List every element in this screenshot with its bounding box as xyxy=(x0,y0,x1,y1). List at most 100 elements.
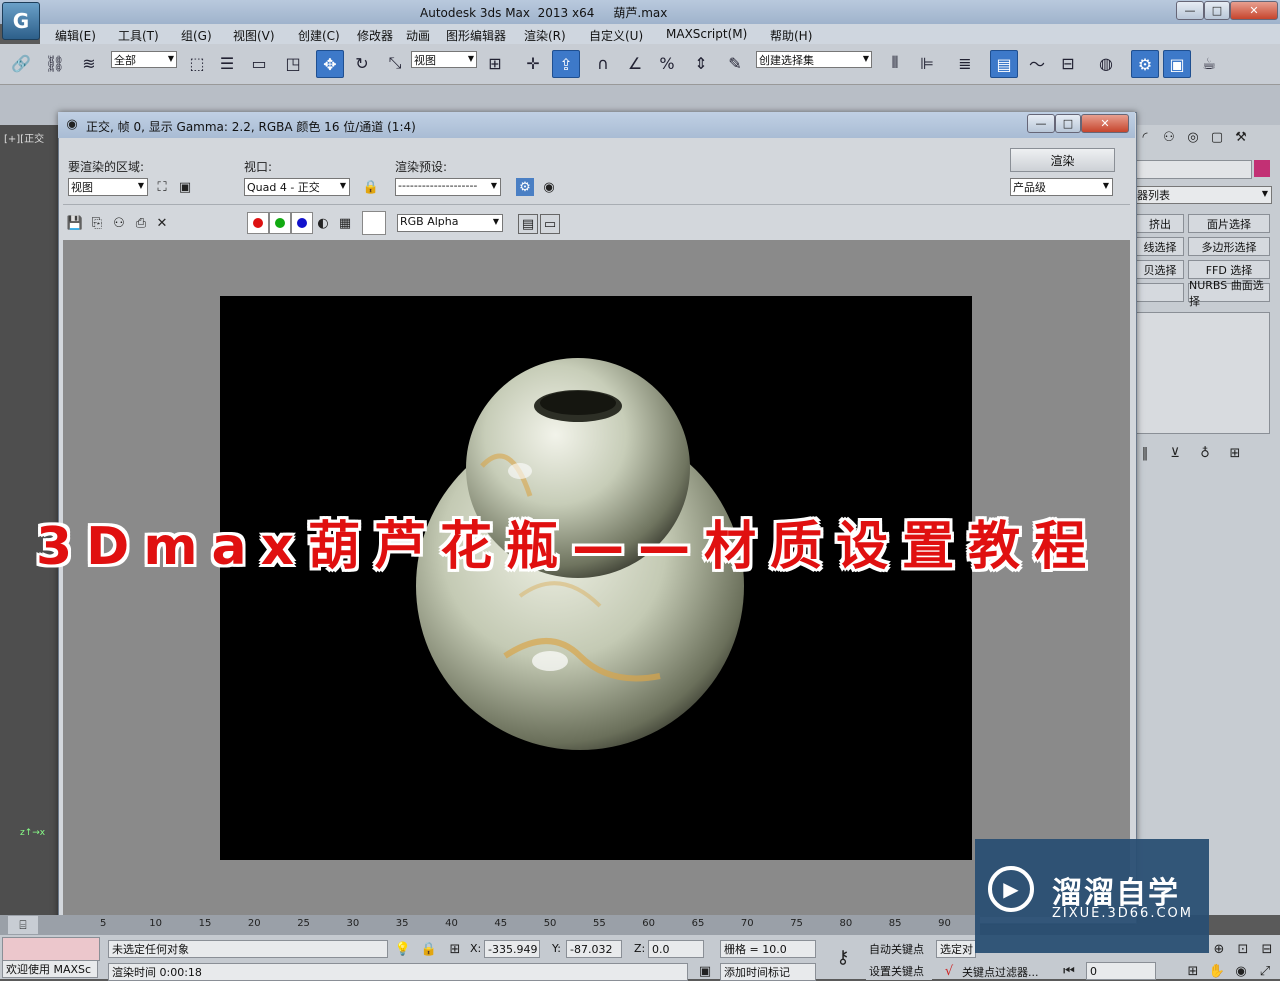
render-teapot-icon[interactable]: ☕ xyxy=(1196,50,1222,76)
auto-region-icon[interactable]: ▣ xyxy=(176,178,194,196)
modifier-empty-button[interactable] xyxy=(1136,283,1184,302)
maximize-button[interactable]: □ xyxy=(1204,1,1230,20)
scene-explorer-icon[interactable]: ▤ xyxy=(990,50,1018,78)
modifier-vol-select-button[interactable]: 贝选择 xyxy=(1136,260,1184,279)
render-minimize-button[interactable]: — xyxy=(1027,114,1055,133)
key-filter-curve-icon[interactable]: √ xyxy=(940,962,958,980)
reference-coordinate-dropdown[interactable]: 视图 xyxy=(411,51,477,68)
print-image-icon[interactable]: ⎙ xyxy=(132,214,150,232)
mirror-icon[interactable]: ⫴ xyxy=(882,50,908,76)
maximize-viewport-icon[interactable]: ⤢ xyxy=(1256,962,1274,980)
configure-sets-icon[interactable]: ⊞ xyxy=(1226,444,1244,462)
viewport-label[interactable]: [+][正交 xyxy=(4,130,44,145)
menu-group[interactable]: 组(G) xyxy=(181,27,212,44)
percent-snap-icon[interactable]: % xyxy=(654,50,680,76)
keyboard-shortcut-override-icon[interactable]: ⇪ xyxy=(552,50,580,78)
schematic-view-icon[interactable]: ⊟ xyxy=(1055,50,1081,76)
modifier-poly-select-button[interactable]: 多边形选择 xyxy=(1188,237,1270,256)
copy-image-icon[interactable]: ⎘ xyxy=(88,214,106,232)
link-icon[interactable]: 🔗 xyxy=(8,50,34,76)
render-maximize-button[interactable]: □ xyxy=(1055,114,1081,133)
modifier-nurbs-select-button[interactable]: NURBS 曲面选择 xyxy=(1188,279,1270,308)
object-name-field[interactable] xyxy=(1136,160,1252,179)
bind-spacewarp-icon[interactable]: ≋ xyxy=(76,50,102,76)
utilities-tab-icon[interactable]: ⚒ xyxy=(1232,128,1250,146)
clear-image-icon[interactable]: ✕ xyxy=(153,214,171,232)
rendered-frame-window-icon[interactable]: ▣ xyxy=(1163,50,1191,78)
set-key-icon[interactable]: ⚷ xyxy=(834,947,852,968)
menu-edit[interactable]: 编辑(E) xyxy=(55,27,96,44)
y-coord-field[interactable]: -87.032 xyxy=(566,940,622,958)
alpha-channel-icon[interactable]: ◐ xyxy=(314,214,332,232)
select-by-name-icon[interactable]: ☰ xyxy=(214,50,240,76)
spinner-snap-icon[interactable]: ⇕ xyxy=(688,50,714,76)
minimize-button[interactable]: — xyxy=(1176,1,1204,20)
layer-manager-icon[interactable]: ≣ xyxy=(952,50,978,76)
hierarchy-tab-icon[interactable]: ⚇ xyxy=(1160,128,1178,146)
blue-channel-toggle[interactable] xyxy=(291,212,313,234)
modifier-stack-list[interactable] xyxy=(1136,312,1270,434)
select-object-icon[interactable]: ⬚ xyxy=(184,50,210,76)
area-to-render-dropdown[interactable]: 视图 xyxy=(68,178,148,196)
menu-rendering[interactable]: 渲染(R) xyxy=(524,27,566,44)
snaps-toggle-icon[interactable]: ∩ xyxy=(590,50,616,76)
z-coord-field[interactable]: 0.0 xyxy=(648,940,704,958)
selection-lock-icon[interactable]: 🔒 xyxy=(420,940,438,958)
orbit-icon[interactable]: ◉ xyxy=(1232,962,1250,980)
make-unique-icon[interactable]: ♁ xyxy=(1196,444,1214,462)
selected-dropdown[interactable]: 选定对 xyxy=(936,940,976,958)
add-time-tag-button[interactable]: 添加时间标记 xyxy=(720,963,816,981)
modifier-spline-select-button[interactable]: 线选择 xyxy=(1136,237,1184,256)
edit-named-selection-icon[interactable]: ✎ xyxy=(722,50,748,76)
menu-tools[interactable]: 工具(T) xyxy=(118,27,159,44)
select-manipulate-icon[interactable]: ✛ xyxy=(520,50,546,76)
toggle-ui-icon[interactable]: ▭ xyxy=(540,214,560,234)
object-color-swatch[interactable] xyxy=(1254,160,1270,177)
monochrome-icon[interactable]: ▦ xyxy=(336,214,354,232)
current-frame-field[interactable]: 0 xyxy=(1086,962,1156,980)
menu-modifiers[interactable]: 修改器 xyxy=(357,27,393,44)
menu-create[interactable]: 创建(C) xyxy=(298,27,340,44)
render-preset-dropdown[interactable]: -------------------- xyxy=(395,178,501,196)
display-tab-icon[interactable]: ▢ xyxy=(1208,128,1226,146)
motion-tab-icon[interactable]: ◎ xyxy=(1184,128,1202,146)
angle-snap-icon[interactable]: ∠ xyxy=(622,50,648,76)
menu-view[interactable]: 视图(V) xyxy=(233,27,275,44)
red-channel-toggle[interactable] xyxy=(247,212,269,234)
x-coord-field[interactable]: -335.949 xyxy=(484,940,540,958)
maxscript-listener-mini[interactable] xyxy=(2,937,100,961)
modifier-patch-select-button[interactable]: 面片选择 xyxy=(1188,214,1270,233)
unlink-icon[interactable]: ⛓ xyxy=(42,50,68,76)
render-setup-icon[interactable]: ⚙ xyxy=(1131,50,1159,78)
pivot-center-icon[interactable]: ⊞ xyxy=(482,50,508,76)
time-tag-icon[interactable]: ▣ xyxy=(696,962,714,980)
viewport-dropdown[interactable]: Quad 4 - 正交 xyxy=(244,178,350,196)
menu-animation[interactable]: 动画 xyxy=(406,27,430,44)
close-button[interactable]: ✕ xyxy=(1230,1,1278,20)
modifier-list-dropdown[interactable]: 器列表 xyxy=(1134,186,1272,204)
window-crossing-icon[interactable]: ◳ xyxy=(280,50,306,76)
zoom-all-icon[interactable]: ⊡ xyxy=(1234,940,1252,958)
environment-effects-icon[interactable]: ◉ xyxy=(540,178,558,196)
isolate-selection-icon[interactable]: 💡 xyxy=(394,940,412,958)
menu-graph-editors[interactable]: 图形编辑器 xyxy=(446,27,506,44)
menu-maxscript[interactable]: MAXScript(M) xyxy=(666,27,747,41)
key-filters-button[interactable]: 关键点过滤器... xyxy=(962,964,1039,980)
app-logo-icon[interactable]: G xyxy=(2,2,40,40)
curve-editor-icon[interactable]: 〜 xyxy=(1024,50,1050,76)
save-image-icon[interactable]: 💾 xyxy=(66,214,84,232)
edit-region-icon[interactable]: ⛶ xyxy=(153,178,171,196)
menu-customize[interactable]: 自定义(U) xyxy=(589,27,643,44)
modify-tab-icon[interactable]: ◜ xyxy=(1136,128,1154,146)
lock-viewport-icon[interactable]: 🔒 xyxy=(362,178,380,196)
green-channel-toggle[interactable] xyxy=(269,212,291,234)
zoom-extents-icon[interactable]: ⊞ xyxy=(1184,962,1202,980)
timeline-toggle-icon[interactable]: ⌸ xyxy=(8,916,38,934)
auto-key-button[interactable]: 自动关键点 xyxy=(866,940,932,958)
select-rotate-icon[interactable]: ↻ xyxy=(349,50,375,76)
modifier-extrude-button[interactable]: 挤出 xyxy=(1136,214,1184,233)
menu-help[interactable]: 帮助(H) xyxy=(770,27,812,44)
pin-stack-icon[interactable]: ‖ xyxy=(1136,444,1154,462)
swatch-color[interactable] xyxy=(362,211,386,235)
go-to-start-icon[interactable]: ⏮ xyxy=(1060,962,1078,980)
